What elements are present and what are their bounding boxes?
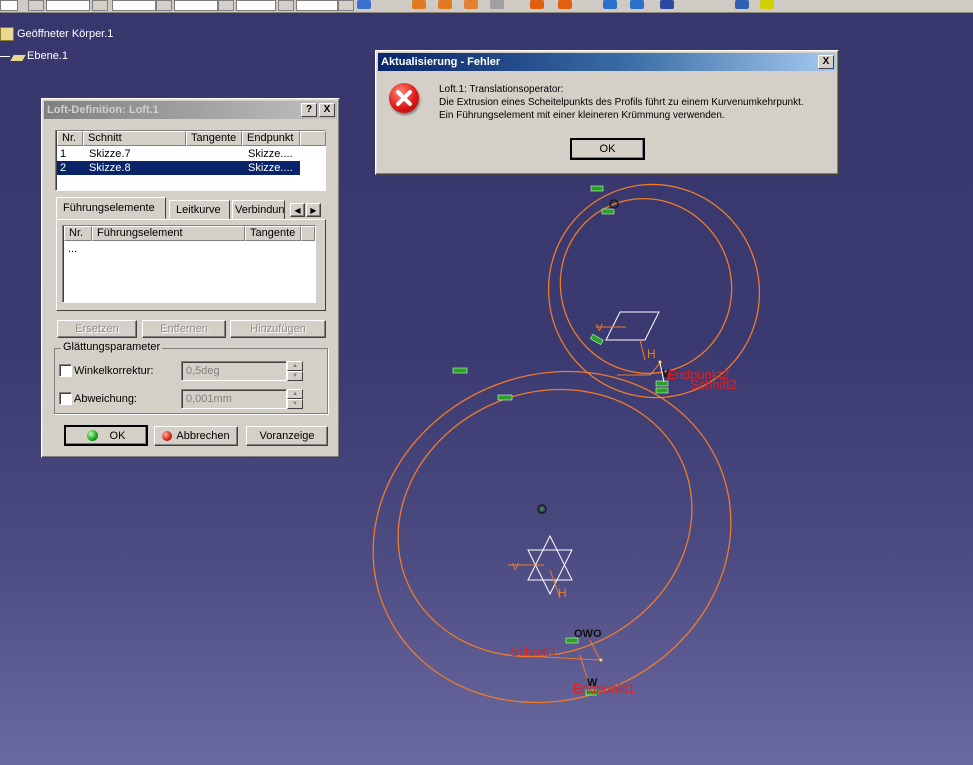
error-message-line2: Die Extrusion eines Scheitelpunkts des P… (439, 97, 804, 108)
col-header-nr[interactable]: Nr. (64, 226, 92, 241)
marker (655, 387, 669, 394)
row-section: Skizze.7 (89, 148, 131, 160)
axis-v-upper: V (596, 323, 603, 334)
label-endpoint1: Endpunkt1 (573, 681, 635, 696)
deviation-checkbox[interactable] (59, 392, 72, 405)
svg-text:V: V (662, 368, 670, 380)
loft-dialog-titlebar[interactable]: Loft-Definition: Loft.1 ? X (44, 101, 337, 119)
add-button[interactable]: Hinzufügen (230, 320, 326, 338)
axis-v-lower: V (512, 562, 519, 573)
angle-correction-spinner[interactable]: ▲ ▼ (287, 361, 303, 381)
ok-button-label: OK (109, 429, 126, 442)
col-header-tangent[interactable]: Tangente (245, 226, 301, 241)
deviation-input[interactable]: 0,001mm (181, 389, 287, 409)
guides-placeholder-row[interactable]: ... (68, 242, 77, 256)
angle-correction-checkbox[interactable] (59, 364, 72, 377)
smoothing-group-label: Glättungsparameter (61, 341, 163, 353)
tree-item-open-body[interactable]: Geöffneter Körper.1 (0, 26, 113, 42)
col-header-section[interactable]: Schnitt (83, 131, 186, 146)
col-header-nr[interactable]: Nr. (57, 131, 83, 146)
sketch-star-lower (527, 534, 573, 581)
error-message-line3: Ein Führungselement mit einer kleineren … (439, 110, 725, 121)
axis-h-upper: H (647, 347, 656, 361)
deviation-spinner[interactable]: ▲ ▼ (287, 389, 303, 409)
col-header-endpoint[interactable]: Endpunkt (242, 131, 300, 146)
cancel-button-label: Abbrechen (176, 430, 230, 442)
help-button[interactable]: ? (301, 103, 317, 117)
col-header-tangent[interactable]: Tangente (186, 131, 242, 146)
marker (590, 185, 604, 192)
row-endpoint: Skizze.... (248, 162, 293, 174)
row-nr: 1 (60, 148, 67, 160)
cancel-red-icon (162, 431, 173, 441)
error-ok-button[interactable]: OK (570, 138, 645, 160)
error-message-line1: Loft.1: Translationsoperator: (439, 84, 564, 95)
angle-correction-input[interactable]: 0,5deg (181, 361, 287, 381)
table-row[interactable]: 1 Skizze.7 Skizze.... (57, 147, 300, 161)
tree-item-label: Ebene.1 (27, 50, 68, 62)
error-icon (389, 83, 419, 113)
close-button[interactable]: X (818, 55, 834, 69)
marker (601, 208, 615, 215)
loft-dialog-title: Loft-Definition: Loft.1 (47, 104, 159, 116)
remove-button[interactable]: Entfernen (142, 320, 226, 338)
open-body-icon (0, 27, 14, 41)
col-header-guide[interactable]: Führungselement (92, 226, 245, 241)
error-dialog-titlebar[interactable]: Aktualisierung - Fehler X (378, 53, 836, 71)
replace-button[interactable]: Ersetzen (57, 320, 137, 338)
tree-item-label: Geöffneter Körper.1 (17, 28, 114, 40)
guide-curve-upper-outer (547, 183, 761, 399)
row-section: Skizze.8 (89, 162, 131, 174)
deviation-label: Abweichung: (74, 393, 137, 405)
tab-scroll-left-button[interactable]: ◀ (290, 203, 305, 217)
col-header-blank (300, 131, 326, 146)
tree-item-plane[interactable]: Ebene.1 (0, 48, 68, 64)
tab-coupling[interactable]: Verbindung (232, 200, 285, 220)
marker (452, 367, 468, 374)
tab-guides[interactable]: Führungselemente (56, 197, 166, 219)
error-dialog-title: Aktualisierung - Fehler (381, 56, 501, 68)
loft-definition-dialog: Loft-Definition: Loft.1 ? X Nr. Schnitt … (41, 98, 340, 458)
preview-button[interactable]: Voranzeige (246, 426, 328, 446)
ok-green-icon (86, 430, 98, 441)
svg-text:OWO: OWO (574, 628, 602, 640)
row-nr: 2 (60, 162, 67, 174)
guides-table[interactable]: Nr. Führungselement Tangente ... (62, 225, 316, 303)
label-section2: Schnitt2 (690, 377, 737, 392)
svg-text:W: W (587, 677, 598, 689)
plane-icon (10, 54, 26, 61)
tab-spine[interactable]: Leitkurve (169, 200, 230, 220)
update-error-dialog: Aktualisierung - Fehler X Loft.1: Transl… (375, 50, 839, 175)
ok-button[interactable]: OK (64, 425, 148, 446)
table-row-selected[interactable]: 2 Skizze.8 Skizze.... (57, 161, 300, 175)
close-button[interactable]: X (319, 103, 335, 117)
axis-h-lower: H (558, 586, 567, 600)
tab-scroll-right-button[interactable]: ▶ (306, 203, 321, 217)
angle-correction-label: Winkelkorrektur: (74, 365, 154, 377)
cancel-button[interactable]: Abbrechen (154, 426, 238, 446)
label-section1: Schnitt1 (510, 644, 557, 659)
marker (497, 394, 513, 401)
smoothing-group: Glättungsparameter Winkelkorrektur: 0,5d… (54, 341, 328, 414)
row-endpoint: Skizze.... (248, 148, 293, 160)
sketch-plane-upper (605, 311, 660, 341)
sections-table[interactable]: Nr. Schnitt Tangente Endpunkt 1 Skizze.7… (55, 130, 326, 191)
col-header-blank (301, 226, 315, 241)
marker (589, 333, 604, 346)
